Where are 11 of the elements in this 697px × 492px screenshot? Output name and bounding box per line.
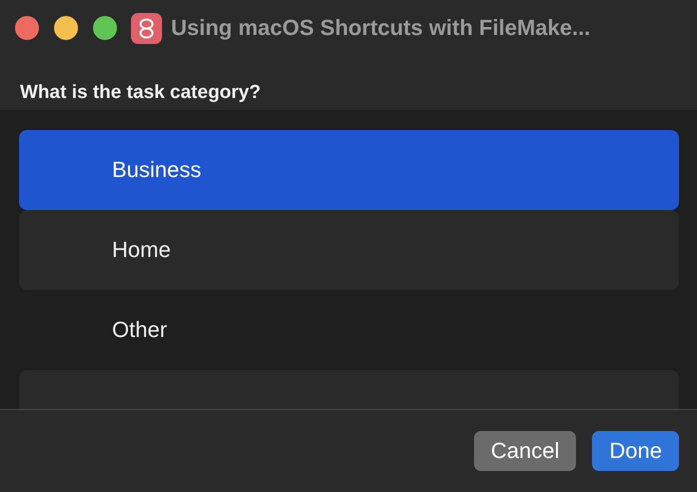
close-button[interactable] <box>15 16 39 40</box>
prompt-text: What is the task category? <box>19 81 262 105</box>
done-button[interactable]: Done <box>592 431 679 471</box>
minimize-button[interactable] <box>54 16 78 40</box>
list-item[interactable]: Home <box>19 210 679 290</box>
window-title: Using macOS Shortcuts with FileMake... <box>171 15 590 41</box>
cancel-button[interactable]: Cancel <box>474 431 576 471</box>
app-icon <box>131 12 162 44</box>
zoom-button[interactable] <box>93 16 117 40</box>
list-item[interactable]: Other <box>19 290 679 370</box>
list-item[interactable]: Business <box>19 130 679 210</box>
